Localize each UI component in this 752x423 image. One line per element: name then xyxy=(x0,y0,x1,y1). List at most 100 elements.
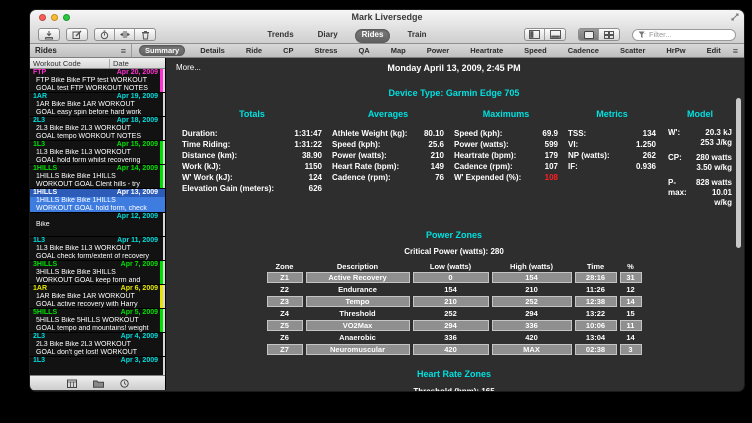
stat-values: 76 xyxy=(435,172,444,183)
zone-row: Z2Endurance15421011:2612 xyxy=(267,284,642,295)
stat-row: Power (watts):210 xyxy=(332,150,444,161)
ride-description-line: 1AR Bike Bike 1AR WORKOUT xyxy=(30,101,165,109)
folder-icon[interactable] xyxy=(93,379,104,388)
ride-entry[interactable]: Apr 12, 2009Bike xyxy=(30,213,165,237)
ride-entry[interactable]: 5HILLSApr 5, 20095HILLS Bike 5HILLS WORK… xyxy=(30,309,165,333)
ride-list-header[interactable]: Workout Code Date xyxy=(30,58,165,69)
delete-ride-button[interactable] xyxy=(135,29,155,40)
stat-values: 1150 xyxy=(305,161,322,172)
tab-edit[interactable]: Edit xyxy=(701,45,727,56)
stat-value: 280 watts xyxy=(696,153,732,163)
main-scrollbar[interactable] xyxy=(736,98,741,248)
ride-entry[interactable]: 1L3Apr 3, 2009 xyxy=(30,357,165,375)
filter-box[interactable] xyxy=(632,29,736,41)
zone-cell: 210 xyxy=(492,284,572,295)
stat-value: 253 J/kg xyxy=(700,138,732,148)
stat-row: Speed (kph):25.6 xyxy=(332,139,444,150)
sidebar-menu-icon[interactable]: ≡ xyxy=(121,46,126,56)
chart-menu-icon[interactable]: ≡ xyxy=(727,46,744,56)
stat-value: 626 xyxy=(309,183,322,194)
ride-description-line: Bike xyxy=(30,221,165,229)
ride-entry[interactable]: 2L3Apr 4, 20092L3 Bike Bike 2L3 WORKOUTG… xyxy=(30,333,165,357)
stat-value: 1.250 xyxy=(636,139,656,150)
stat-value: 76 xyxy=(435,172,444,183)
filter-input[interactable] xyxy=(649,30,719,39)
toggle-bottombar-button[interactable] xyxy=(545,29,565,40)
zone-cell: Threshold xyxy=(306,308,410,319)
ride-date: Apr 19, 2009 xyxy=(117,93,158,101)
tab-power[interactable]: Power xyxy=(421,45,456,56)
stat-row: W' Work (kJ):124 xyxy=(182,172,322,183)
stat-row: NP (watts):262 xyxy=(568,150,656,161)
tab-speed[interactable]: Speed xyxy=(518,45,553,56)
tab-stress[interactable]: Stress xyxy=(309,45,344,56)
ride-entry-header: 2L3Apr 4, 2009 xyxy=(30,333,165,341)
manual-entry-button[interactable] xyxy=(66,28,88,41)
section-title: Maximums xyxy=(454,109,558,119)
column-workout-code[interactable]: Workout Code xyxy=(30,59,110,68)
close-button[interactable] xyxy=(39,14,46,21)
stat-row: Speed (kph):69.9 xyxy=(454,128,558,139)
tab-ride[interactable]: Ride xyxy=(240,45,268,56)
calendar-icon[interactable] xyxy=(67,379,77,388)
zone-row: Z6Anaerobic33642013:0414 xyxy=(267,332,642,343)
tab-cadence[interactable]: Cadence xyxy=(562,45,605,56)
ride-entry[interactable]: 3HILLSApr 7, 20093HILLS Bike Bike 3HILLS… xyxy=(30,261,165,285)
title-bar[interactable]: Mark Liversedge xyxy=(30,10,744,25)
stat-label: Heart Rate (bpm): xyxy=(332,161,399,172)
stat-label: Work (kJ): xyxy=(182,161,221,172)
tab-scatter[interactable]: Scatter xyxy=(614,45,651,56)
ride-description-line: GOAL easy spin before hard work xyxy=(30,109,165,117)
filter-funnel-icon[interactable] xyxy=(638,31,646,39)
ride-entry[interactable]: 1ARApr 6, 20091AR Bike Bike 1AR WORKOUTG… xyxy=(30,285,165,309)
toggle-sidebar-button[interactable] xyxy=(525,29,545,40)
tab-map[interactable]: Map xyxy=(385,45,412,56)
single-view-button[interactable] xyxy=(579,29,599,40)
view-tab-train[interactable]: Train xyxy=(400,29,433,43)
zone-column-header: % xyxy=(620,261,642,271)
more-link[interactable]: More... xyxy=(176,63,201,72)
ride-entry[interactable]: 1HILLSApr 13, 20091HILLS Bike Bike 1HILL… xyxy=(30,189,165,213)
ride-entry-header: Apr 12, 2009 xyxy=(30,213,165,221)
section-title: Model xyxy=(668,109,732,119)
stopwatch-button[interactable] xyxy=(95,29,115,40)
tab-qa[interactable]: QA xyxy=(352,45,375,56)
ride-title: Monday April 13, 2009, 2:45 PM xyxy=(176,63,732,73)
resize-grip-icon[interactable] xyxy=(731,13,739,21)
ride-entry[interactable]: 2L3Apr 18, 20092L3 Bike Bike 2L3 WORKOUT… xyxy=(30,117,165,141)
zone-cell: 28:16 xyxy=(575,272,617,283)
tab-heartrate[interactable]: Heartrate xyxy=(464,45,509,56)
stat-values: 210 xyxy=(431,150,444,161)
tab-details[interactable]: Details xyxy=(194,45,231,56)
import-button[interactable] xyxy=(38,28,60,41)
ride-entry[interactable]: 1L3Apr 11, 20091L3 Bike Bike 1L3 WORKOUT… xyxy=(30,237,165,261)
ride-entry[interactable]: 1L3Apr 15, 20091L3 Bike Bike 1L3 WORKOUT… xyxy=(30,141,165,165)
ride-entry[interactable]: 1HILLSApr 14, 20091HILLS Bike Bike 1HILL… xyxy=(30,165,165,189)
ride-entry-header: 1L3Apr 11, 2009 xyxy=(30,237,165,245)
column-date[interactable]: Date xyxy=(110,59,129,68)
ride-date: Apr 6, 2009 xyxy=(121,285,158,293)
zoom-button[interactable] xyxy=(63,14,70,21)
clock-icon[interactable] xyxy=(120,379,129,388)
stat-values: 1:31:22 xyxy=(294,139,322,150)
ride-entry[interactable]: 1ARApr 19, 20091AR Bike Bike 1AR WORKOUT… xyxy=(30,93,165,117)
split-arrows-icon xyxy=(120,30,130,39)
tab-hrpw[interactable]: HrPw xyxy=(660,45,691,56)
split-ride-button[interactable] xyxy=(115,29,135,40)
tab-summary[interactable]: Summary xyxy=(139,45,185,56)
tab-cp[interactable]: CP xyxy=(277,45,299,56)
stat-label: VI: xyxy=(568,139,578,150)
stats-section-maximums: MaximumsSpeed (kph):69.9Power (watts):59… xyxy=(454,109,558,213)
stat-row: TSS:134 xyxy=(568,128,656,139)
tiled-view-button[interactable] xyxy=(599,29,619,40)
stat-value: 10.01 w/kg xyxy=(694,188,732,208)
stat-label: Athlete Weight (kg): xyxy=(332,128,407,139)
view-tab-trends[interactable]: Trends xyxy=(260,29,300,43)
stat-row: W' Expended (%):108 xyxy=(454,172,558,183)
ride-entry-header: 1L3Apr 3, 2009 xyxy=(30,357,165,365)
view-tab-rides[interactable]: Rides xyxy=(355,29,391,43)
minimize-button[interactable] xyxy=(51,14,58,21)
stat-value: 124 xyxy=(309,172,322,183)
ride-entry[interactable]: FTPApr 20, 2009FTP Bike Bike FTP test WO… xyxy=(30,69,165,93)
view-tab-diary[interactable]: Diary xyxy=(311,29,345,43)
